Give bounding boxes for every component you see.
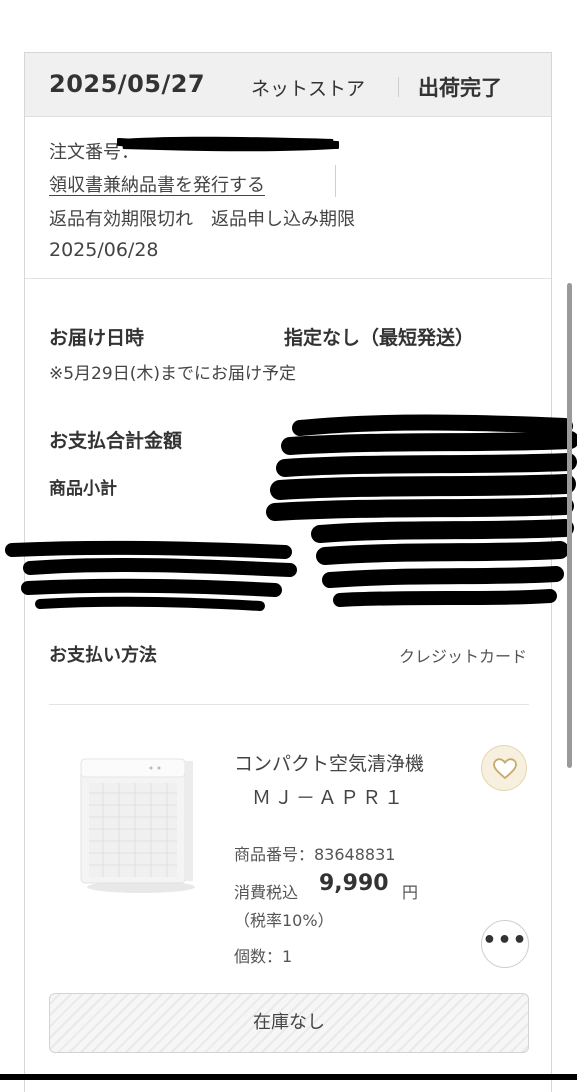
product-image <box>80 758 195 893</box>
receipt-link[interactable]: 領収書兼納品書を発行する <box>49 171 265 197</box>
tax-rate: （税率10%） <box>234 911 334 930</box>
delivery-note: ※5月29日(木)までにお届け予定 <box>49 364 296 384</box>
product-number: 商品番号：83648831 <box>234 845 396 864</box>
order-header: 2025/05/27 ネットストア 出荷完了 <box>25 53 551 117</box>
heart-icon <box>493 758 517 780</box>
order-status: 出荷完了 <box>418 76 502 100</box>
return-note: 返品有効期限切れ 返品申し込み期限 <box>49 209 355 230</box>
header-divider <box>398 77 399 97</box>
product-name-line2: ＭＪ－ＡＰＲ１ <box>252 787 407 809</box>
price-label: 消費税込 <box>234 883 299 902</box>
more-icon: ••• <box>482 928 528 953</box>
favorite-button[interactable] <box>481 745 527 791</box>
section-divider-2 <box>49 704 529 705</box>
delivery-value: 指定なし（最短発送） <box>284 327 475 349</box>
out-of-stock-button[interactable]: 在庫なし <box>49 993 529 1053</box>
more-button[interactable]: ••• <box>481 920 529 968</box>
receipt-divider <box>335 165 336 197</box>
section-divider <box>25 278 551 279</box>
order-date: 2025/05/27 <box>49 70 206 98</box>
delivery-label: お届け日時 <box>49 327 145 349</box>
redacted-order-number <box>117 136 339 152</box>
payment-method-label: お支払い方法 <box>49 645 157 666</box>
order-store: ネットストア <box>251 78 366 100</box>
redacted-amounts <box>5 414 577 611</box>
quantity: 個数：1 <box>234 947 293 966</box>
price-value: 9,990 <box>319 871 389 896</box>
product-name[interactable]: コンパクト空気清浄機 ＭＪ－ＡＰＲ１ <box>234 747 424 815</box>
scrollbar[interactable] <box>567 283 572 768</box>
payment-method-value: クレジットカード <box>398 647 527 666</box>
return-deadline: 2025/06/28 <box>49 239 159 261</box>
product-name-line1: コンパクト空気清浄機 <box>234 753 425 775</box>
bottom-bar <box>0 1074 577 1080</box>
price-unit: 円 <box>402 883 419 902</box>
